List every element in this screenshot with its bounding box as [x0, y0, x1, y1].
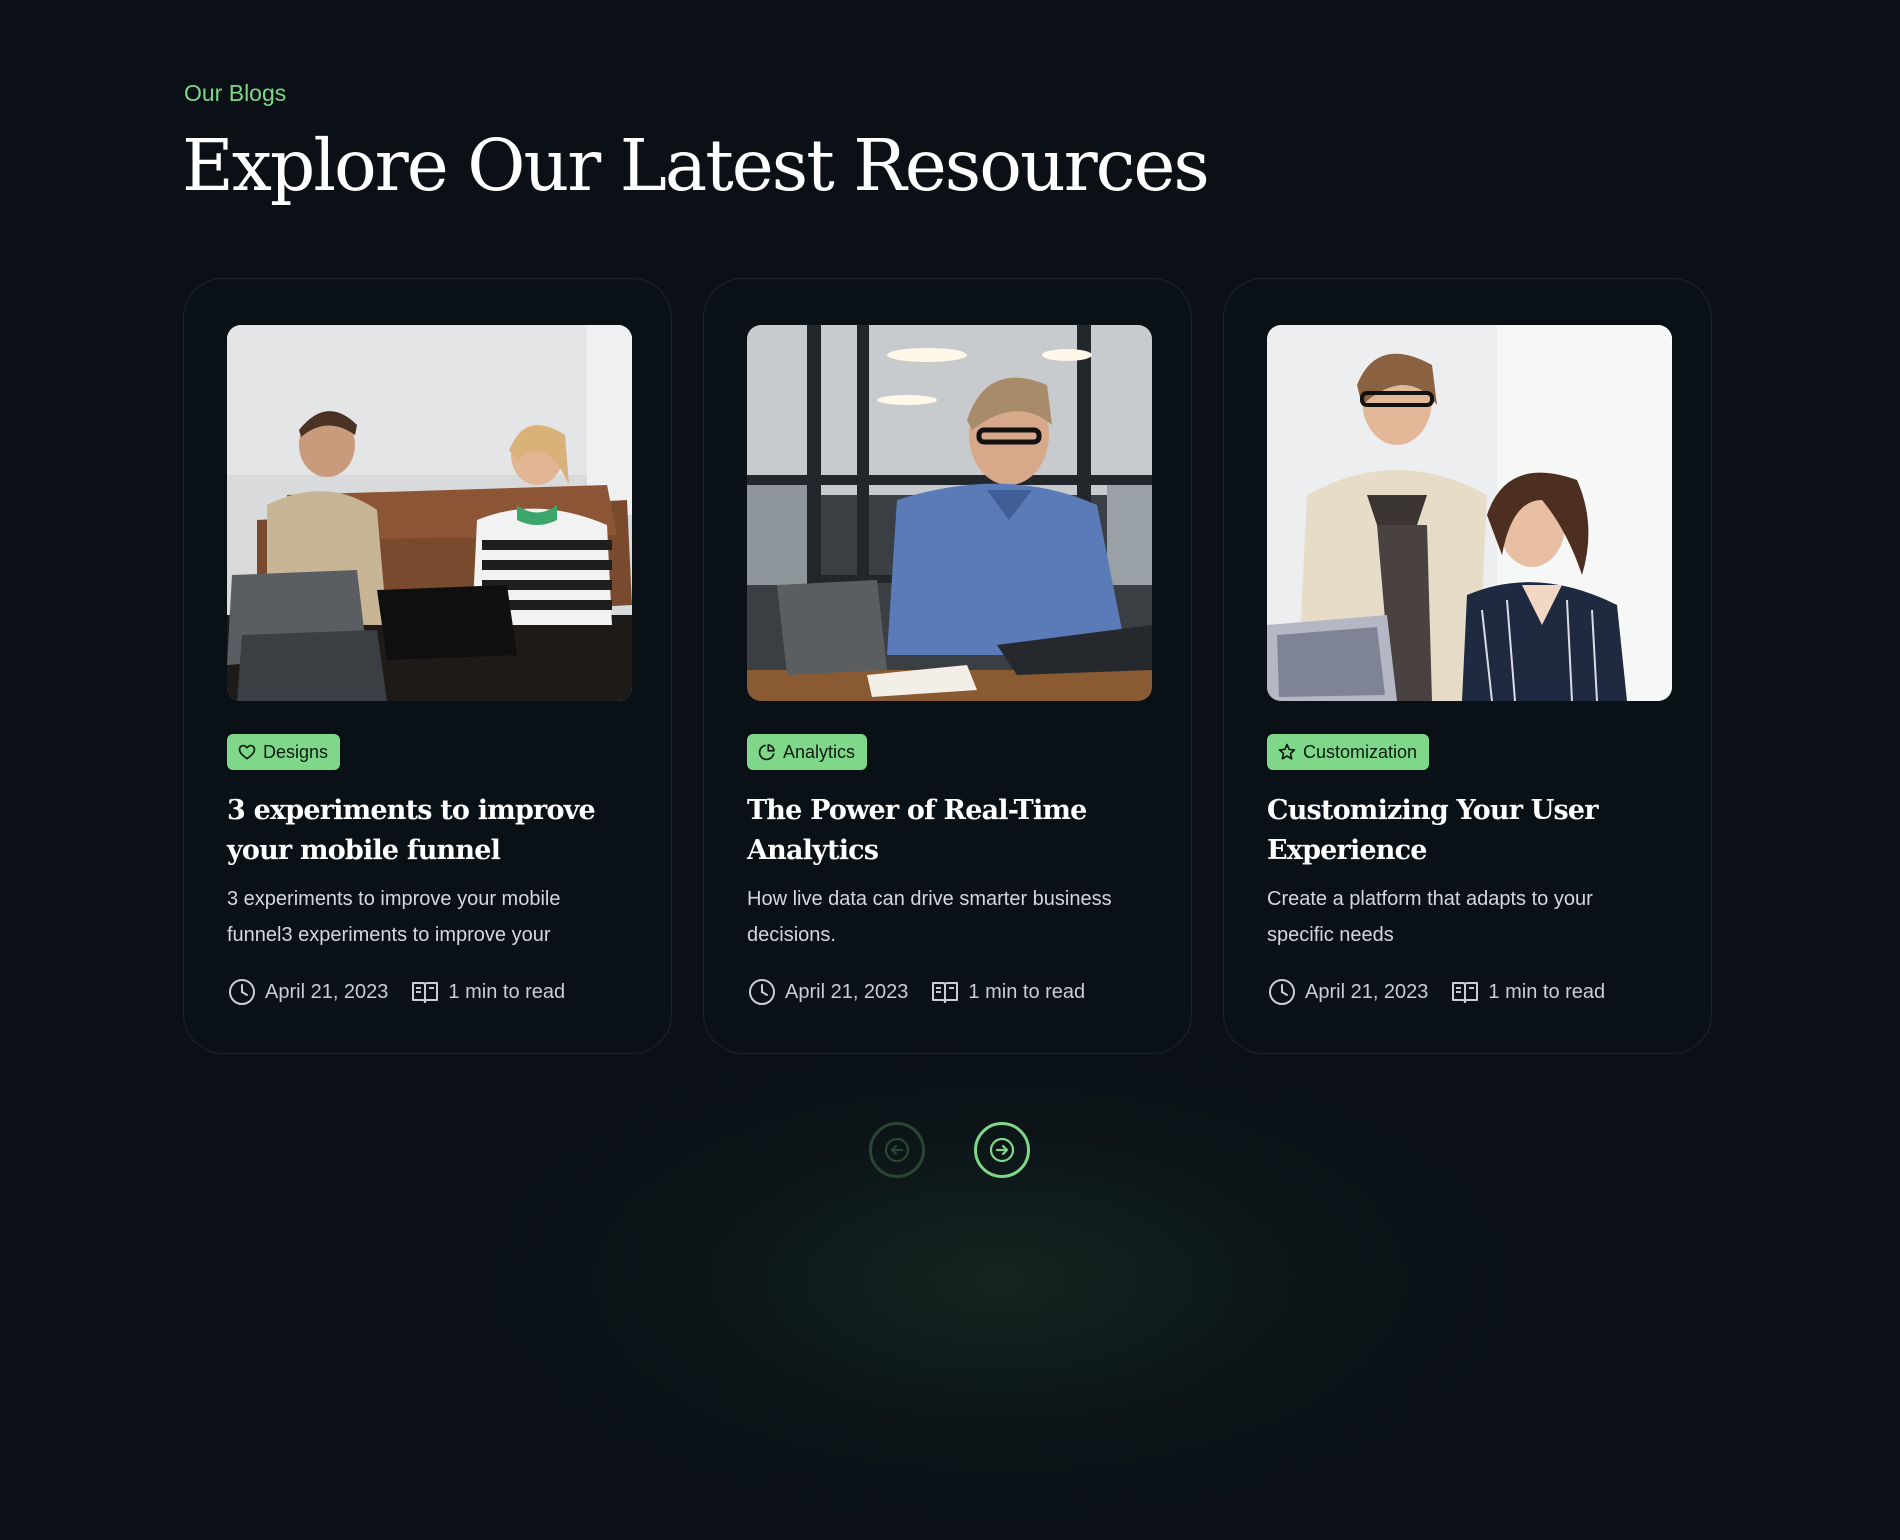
- read-time: 1 min to read: [410, 977, 565, 1007]
- arrow-left-icon: [882, 1135, 912, 1165]
- book-icon: [930, 977, 960, 1007]
- blog-card[interactable]: Analytics The Power of Real-Time Analyti…: [703, 278, 1192, 1054]
- blog-photo-women-laptop: [1267, 325, 1672, 701]
- clock-icon: [227, 977, 257, 1007]
- category-tag[interactable]: Analytics: [747, 734, 868, 770]
- pie-chart-icon: [757, 742, 777, 762]
- read-time-text: 1 min to read: [968, 980, 1086, 1003]
- star-icon: [1277, 742, 1297, 762]
- arrow-right-icon: [987, 1135, 1017, 1165]
- publish-date: April 21, 2023: [1267, 977, 1428, 1007]
- publish-date: April 21, 2023: [747, 977, 908, 1007]
- blog-card-description: Create a platform that adapts to your sp…: [1267, 888, 1593, 946]
- blog-photo-colleagues: [227, 325, 632, 701]
- blog-card[interactable]: Customization Customizing Your User Expe…: [1223, 278, 1712, 1054]
- blog-card-title[interactable]: Customizing Your User Experience: [1267, 791, 1667, 871]
- category-tag[interactable]: Designs: [227, 734, 341, 770]
- section-eyebrow: Our Blogs: [184, 80, 287, 106]
- blog-card-meta: April 21, 2023 1 min to read: [747, 977, 1085, 1007]
- publish-date-text: April 21, 2023: [785, 980, 909, 1003]
- read-time: 1 min to read: [1450, 977, 1605, 1007]
- publish-date: April 21, 2023: [227, 977, 388, 1007]
- publish-date-text: April 21, 2023: [1305, 980, 1429, 1003]
- section-title: Explore Our Latest Resources: [182, 124, 1210, 207]
- category-tag-label: Designs: [263, 741, 329, 762]
- read-time-text: 1 min to read: [448, 980, 566, 1003]
- clock-icon: [747, 977, 777, 1007]
- category-tag-label: Analytics: [783, 741, 856, 762]
- carousel-prev-button[interactable]: [869, 1122, 925, 1178]
- blog-card-meta: April 21, 2023 1 min to read: [1267, 977, 1605, 1007]
- category-tag-label: Customization: [1303, 741, 1418, 762]
- read-time: 1 min to read: [930, 977, 1085, 1007]
- blog-card-image[interactable]: [747, 325, 1152, 701]
- publish-date-text: April 21, 2023: [265, 980, 389, 1003]
- book-icon: [1450, 977, 1480, 1007]
- blog-card-image[interactable]: [1267, 325, 1672, 701]
- carousel-next-button[interactable]: [974, 1122, 1030, 1178]
- blog-card-image[interactable]: [227, 325, 632, 701]
- blog-card[interactable]: Designs 3 experiments to improve your mo…: [183, 278, 672, 1054]
- blog-card-meta: April 21, 2023 1 min to read: [227, 977, 565, 1007]
- blog-card-title[interactable]: 3 experiments to improve your mobile fun…: [227, 791, 627, 871]
- clock-icon: [1267, 977, 1297, 1007]
- background-glow: [450, 1020, 1550, 1540]
- blog-photo-man-laptop: [747, 325, 1152, 701]
- read-time-text: 1 min to read: [1488, 980, 1606, 1003]
- blog-card-list: Designs 3 experiments to improve your mo…: [183, 278, 1712, 1054]
- blog-card-description: How live data can drive smarter business…: [747, 888, 1112, 946]
- blog-card-description: 3 experiments to improve your mobile fun…: [227, 888, 561, 946]
- blog-card-title[interactable]: The Power of Real-Time Analytics: [747, 791, 1147, 871]
- book-icon: [410, 977, 440, 1007]
- heart-icon: [237, 742, 257, 762]
- category-tag[interactable]: Customization: [1267, 734, 1430, 770]
